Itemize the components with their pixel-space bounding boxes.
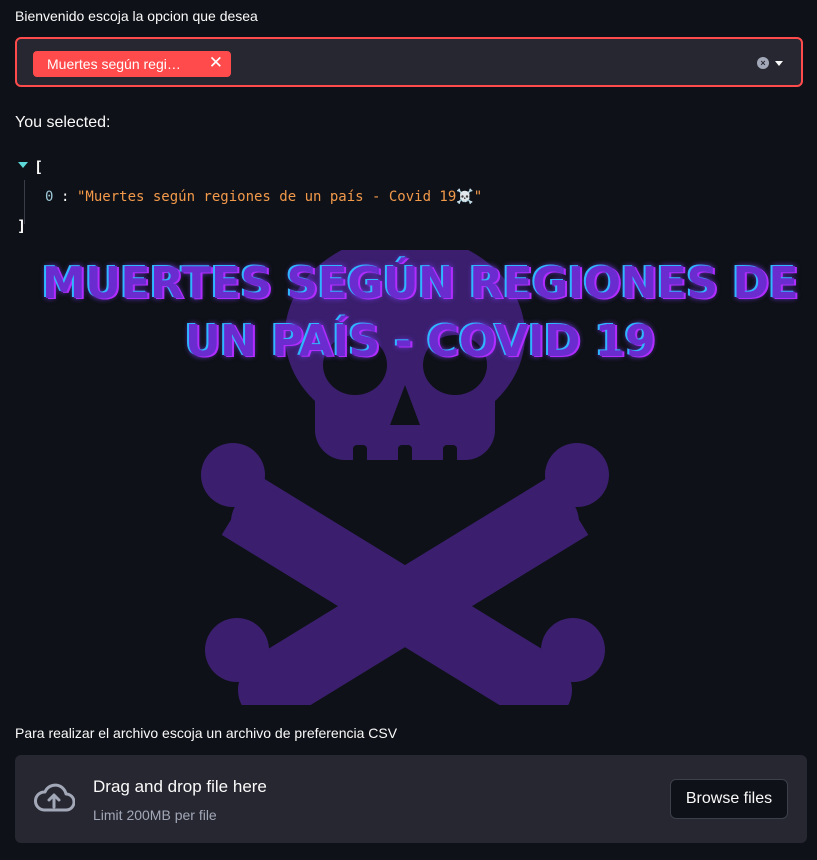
select-label: Bienvenido escoja la opcion que desea: [15, 8, 258, 24]
json-item-value: "Muertes según regiones de un país - Cov…: [77, 189, 483, 205]
file-size-limit: Limit 200MB per file: [93, 807, 217, 823]
json-close-bracket: ]: [17, 217, 27, 235]
file-dropzone[interactable]: Drag and drop file here Limit 200MB per …: [15, 755, 807, 843]
selection-heading: You selected:: [15, 114, 111, 131]
banner-title: MUERTES SEGÚN REGIONES DE UN PAÍS - COVI…: [41, 258, 799, 367]
collapse-toggle-icon[interactable]: [18, 162, 28, 168]
json-item-colon: :: [61, 189, 70, 205]
selected-option-text: Muertes según regi…: [47, 56, 181, 72]
cloud-upload-icon: [34, 783, 75, 812]
option-multiselect[interactable]: Muertes según regi… ✕ ×: [15, 37, 803, 87]
browse-files-button[interactable]: Browse files: [670, 779, 788, 819]
remove-tag-icon[interactable]: ✕: [209, 54, 223, 72]
drop-title: Drag and drop file here: [93, 777, 267, 796]
uploader-label: Para realizar el archivo escoja un archi…: [15, 725, 398, 741]
json-open-bracket: [: [34, 158, 44, 176]
chevron-down-icon[interactable]: [775, 61, 783, 66]
json-item-index: 0: [45, 189, 54, 205]
selected-option-tag[interactable]: Muertes según regi… ✕: [33, 51, 231, 77]
clear-selection-icon[interactable]: ×: [757, 57, 769, 69]
